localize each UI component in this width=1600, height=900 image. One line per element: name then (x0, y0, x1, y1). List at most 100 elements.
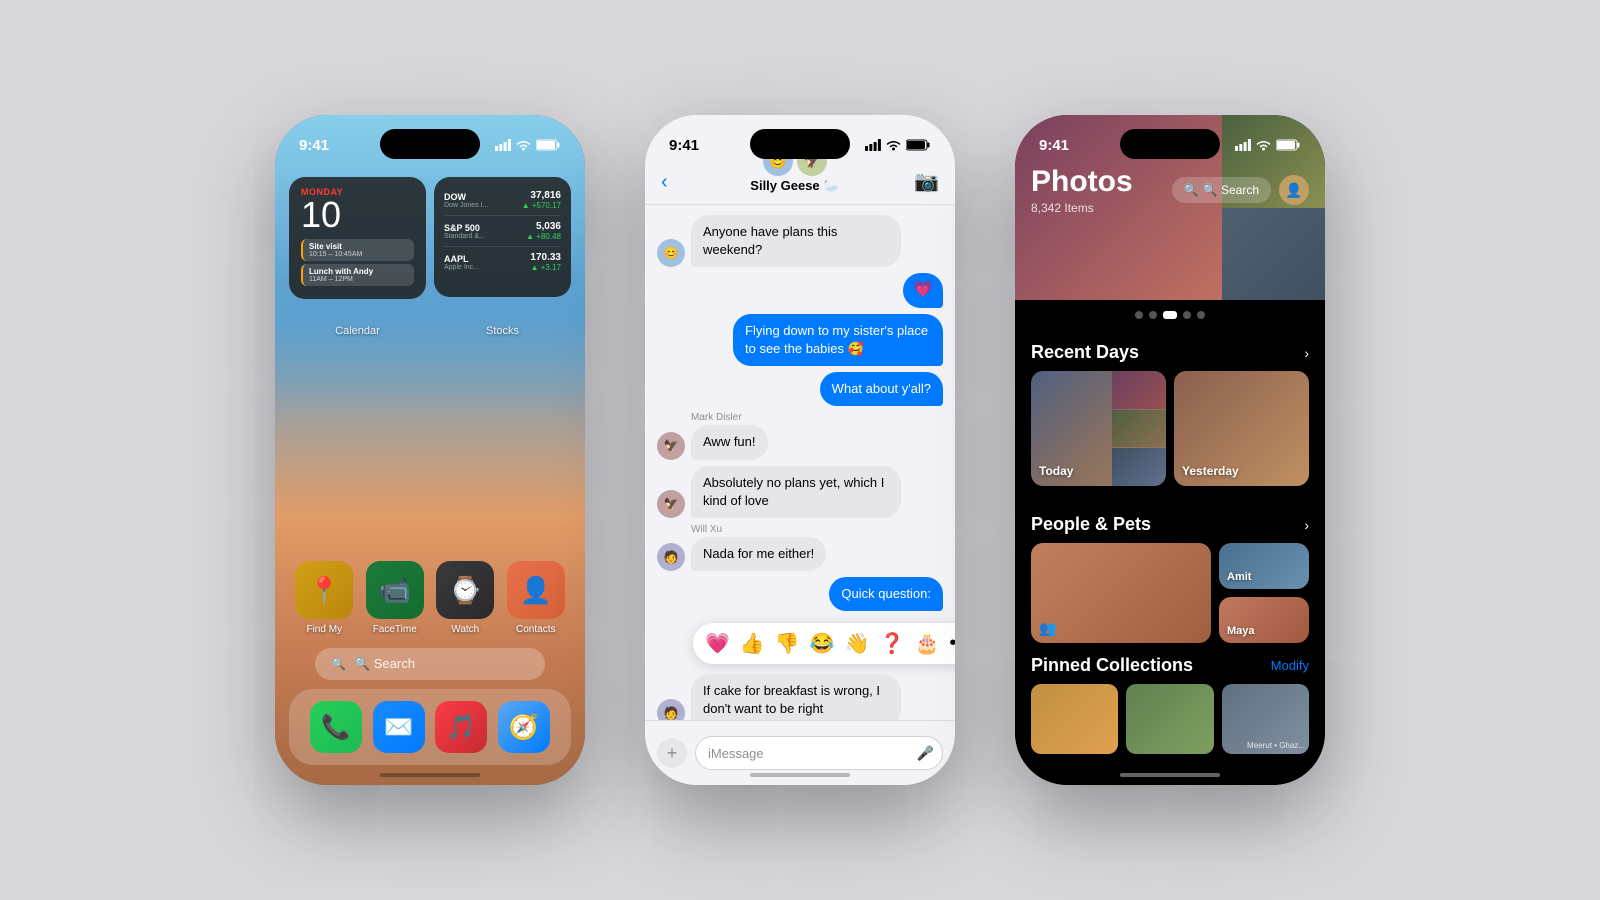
tapback-cake[interactable]: 🎂 (914, 631, 939, 656)
recent-days-chevron[interactable]: › (1304, 345, 1309, 361)
app-facetime[interactable]: 📹 FaceTime (366, 561, 424, 635)
message-bubble-7: Nada for me either! (691, 537, 826, 571)
contacts-icon: 👤 (507, 561, 565, 619)
people-grid: 👥 Amit Maya (1031, 543, 1309, 643)
tapback-heart[interactable]: 💗 (705, 631, 730, 656)
tapback-exclaim[interactable]: 👋 (845, 631, 870, 656)
search-label-photos: 🔍 Search (1203, 183, 1259, 197)
back-button[interactable]: ‹ (661, 171, 676, 194)
imessage-input[interactable]: iMessage 🎤 (695, 736, 943, 770)
stocks-widget[interactable]: DOW Dow Jones I... 37,816 ▲ +570.17 S&P … (434, 177, 571, 297)
search-label: 🔍 Search (354, 656, 415, 672)
photos-count: 8,342 Items (1031, 201, 1133, 215)
app-watch[interactable]: ⌚ Watch (436, 561, 494, 635)
pinned-card-3[interactable]: Meerut • Ghaz... (1222, 684, 1309, 754)
widgets-row: MONDAY 10 Site visit 10:15 – 10:45AM Lun… (289, 177, 571, 319)
calendar-event-2: Lunch with Andy 11AM – 12PM (301, 264, 414, 286)
calendar-widget[interactable]: MONDAY 10 Site visit 10:15 – 10:45AM Lun… (289, 177, 426, 299)
modify-button[interactable]: Modify (1271, 658, 1309, 673)
stock-symbol-dow: DOW (444, 192, 488, 202)
video-call-button[interactable]: 📷 (914, 169, 939, 194)
tapback-thumbsdown[interactable]: 👎 (775, 631, 800, 656)
maya-label: Maya (1227, 625, 1255, 637)
stock-symbol-aapl: AAPL (444, 254, 479, 264)
person-maya[interactable]: Maya (1219, 597, 1309, 643)
recent-day-today[interactable]: Today (1031, 371, 1166, 486)
group-name[interactable]: Silly Geese 🦢 (750, 178, 839, 194)
messages-scroll[interactable]: 😊 Anyone have plans this weekend? 💗 Flyi… (645, 205, 955, 720)
status-icons-phone3 (1235, 131, 1301, 151)
facetime-label: FaceTime (373, 624, 417, 635)
today-label: Today (1039, 464, 1073, 478)
recent-day-yesterday[interactable]: Yesterday (1174, 371, 1309, 486)
app-findmy[interactable]: 📍 Find My (295, 561, 353, 635)
tapback-bar[interactable]: 💗 👍 👎 😂 👋 ❓ 🎂 ••• (693, 623, 955, 664)
phone-messages: 9:41 (645, 115, 955, 785)
stock-name-sp500: Standard &... (444, 233, 485, 240)
spotlight-search[interactable]: 🔍 🔍 Search (315, 648, 545, 680)
stock-change-dow: ▲ +570.17 (522, 201, 561, 210)
add-attachment-button[interactable]: + (657, 738, 687, 768)
sender-avatar-1: 😊 (657, 239, 685, 267)
map-label: Meerut • Ghaz... (1247, 741, 1305, 750)
app-contacts[interactable]: 👤 Contacts (507, 561, 565, 635)
dock-phone[interactable]: 📞 (310, 701, 362, 753)
findmy-icon: 📍 (295, 561, 353, 619)
stock-price-aapl: 170.33 (530, 252, 561, 263)
tapback-haha[interactable]: 😂 (810, 631, 835, 656)
stocks-widget-label: Stocks (486, 325, 519, 337)
view-dot-3[interactable] (1163, 311, 1177, 319)
photos-scroll-area[interactable]: Recent Days › Today (1015, 330, 1325, 785)
dock-safari[interactable]: 🧭 (498, 701, 550, 753)
event2-time: 11AM – 12PM (309, 276, 408, 283)
pinned-card-1[interactable] (1031, 684, 1118, 754)
message-row-9: 🧑 If cake for breakfast is wrong, I don'… (657, 674, 943, 720)
view-dot-4[interactable] (1183, 311, 1191, 319)
search-icon: 🔍 (331, 657, 346, 671)
stock-row-dow: DOW Dow Jones I... 37,816 ▲ +570.17 (444, 185, 561, 216)
mic-icon[interactable]: 🎤 (917, 745, 934, 762)
phone-photos: 9:41 (1015, 115, 1325, 785)
dock-mail[interactable]: ✉️ (373, 701, 425, 753)
photos-title: Photos (1031, 165, 1133, 199)
stock-change-aapl: ▲ +3.17 (530, 263, 561, 272)
photos-view-switcher (1015, 300, 1325, 330)
contacts-label: Contacts (516, 624, 555, 635)
photos-search-button[interactable]: 🔍 🔍 Search (1172, 177, 1271, 203)
dynamic-island-3 (1120, 129, 1220, 159)
event1-title: Site visit (309, 242, 408, 251)
person-amit[interactable]: Amit (1219, 543, 1309, 589)
people-pets-chevron[interactable]: › (1304, 517, 1309, 533)
dynamic-island (380, 129, 480, 159)
view-dot-5[interactable] (1197, 311, 1205, 319)
dock-music[interactable]: 🎵 (435, 701, 487, 753)
app-icons-row: 📍 Find My 📹 FaceTime ⌚ Watch 👤 Contacts (289, 561, 571, 635)
tapback-row: 💗 👍 👎 😂 👋 ❓ 🎂 ••• ✏️ (693, 617, 943, 670)
message-row-8: Quick question: (657, 577, 943, 611)
sender-avatar-5: 🦅 (657, 432, 685, 460)
yesterday-label: Yesterday (1182, 464, 1239, 478)
watch-icon: ⌚ (436, 561, 494, 619)
message-bubble-2: 💗 (903, 273, 943, 307)
message-bubble-8: Quick question: (829, 577, 943, 611)
photos-page-header: Photos 8,342 Items 🔍 🔍 Search 👤 (1031, 165, 1309, 215)
tapback-thumbsup[interactable]: 👍 (740, 631, 765, 656)
wifi-icon-2 (886, 139, 901, 151)
pinned-card-2[interactable] (1126, 684, 1213, 754)
status-time-phone2: 9:41 (669, 129, 699, 154)
photos-profile-button[interactable]: 👤 (1279, 175, 1309, 205)
person-large-card[interactable]: 👥 (1031, 543, 1211, 643)
tapback-question[interactable]: ❓ (880, 631, 905, 656)
status-time-phone3: 9:41 (1039, 129, 1069, 154)
stock-price-dow: 37,816 (522, 190, 561, 201)
stock-row-sp500: S&P 500 Standard &... 5,036 ▲ +80.48 (444, 216, 561, 247)
findmy-label: Find My (306, 624, 342, 635)
input-placeholder: iMessage (708, 746, 764, 761)
view-dot-2[interactable] (1149, 311, 1157, 319)
photos-content: 9:41 (1015, 115, 1325, 785)
tapback-more[interactable]: ••• (949, 632, 955, 655)
mini-photo-3 (1112, 448, 1166, 486)
view-dot-1[interactable] (1135, 311, 1143, 319)
battery-icon (536, 139, 561, 151)
home-indicator-phone3 (1120, 773, 1220, 777)
